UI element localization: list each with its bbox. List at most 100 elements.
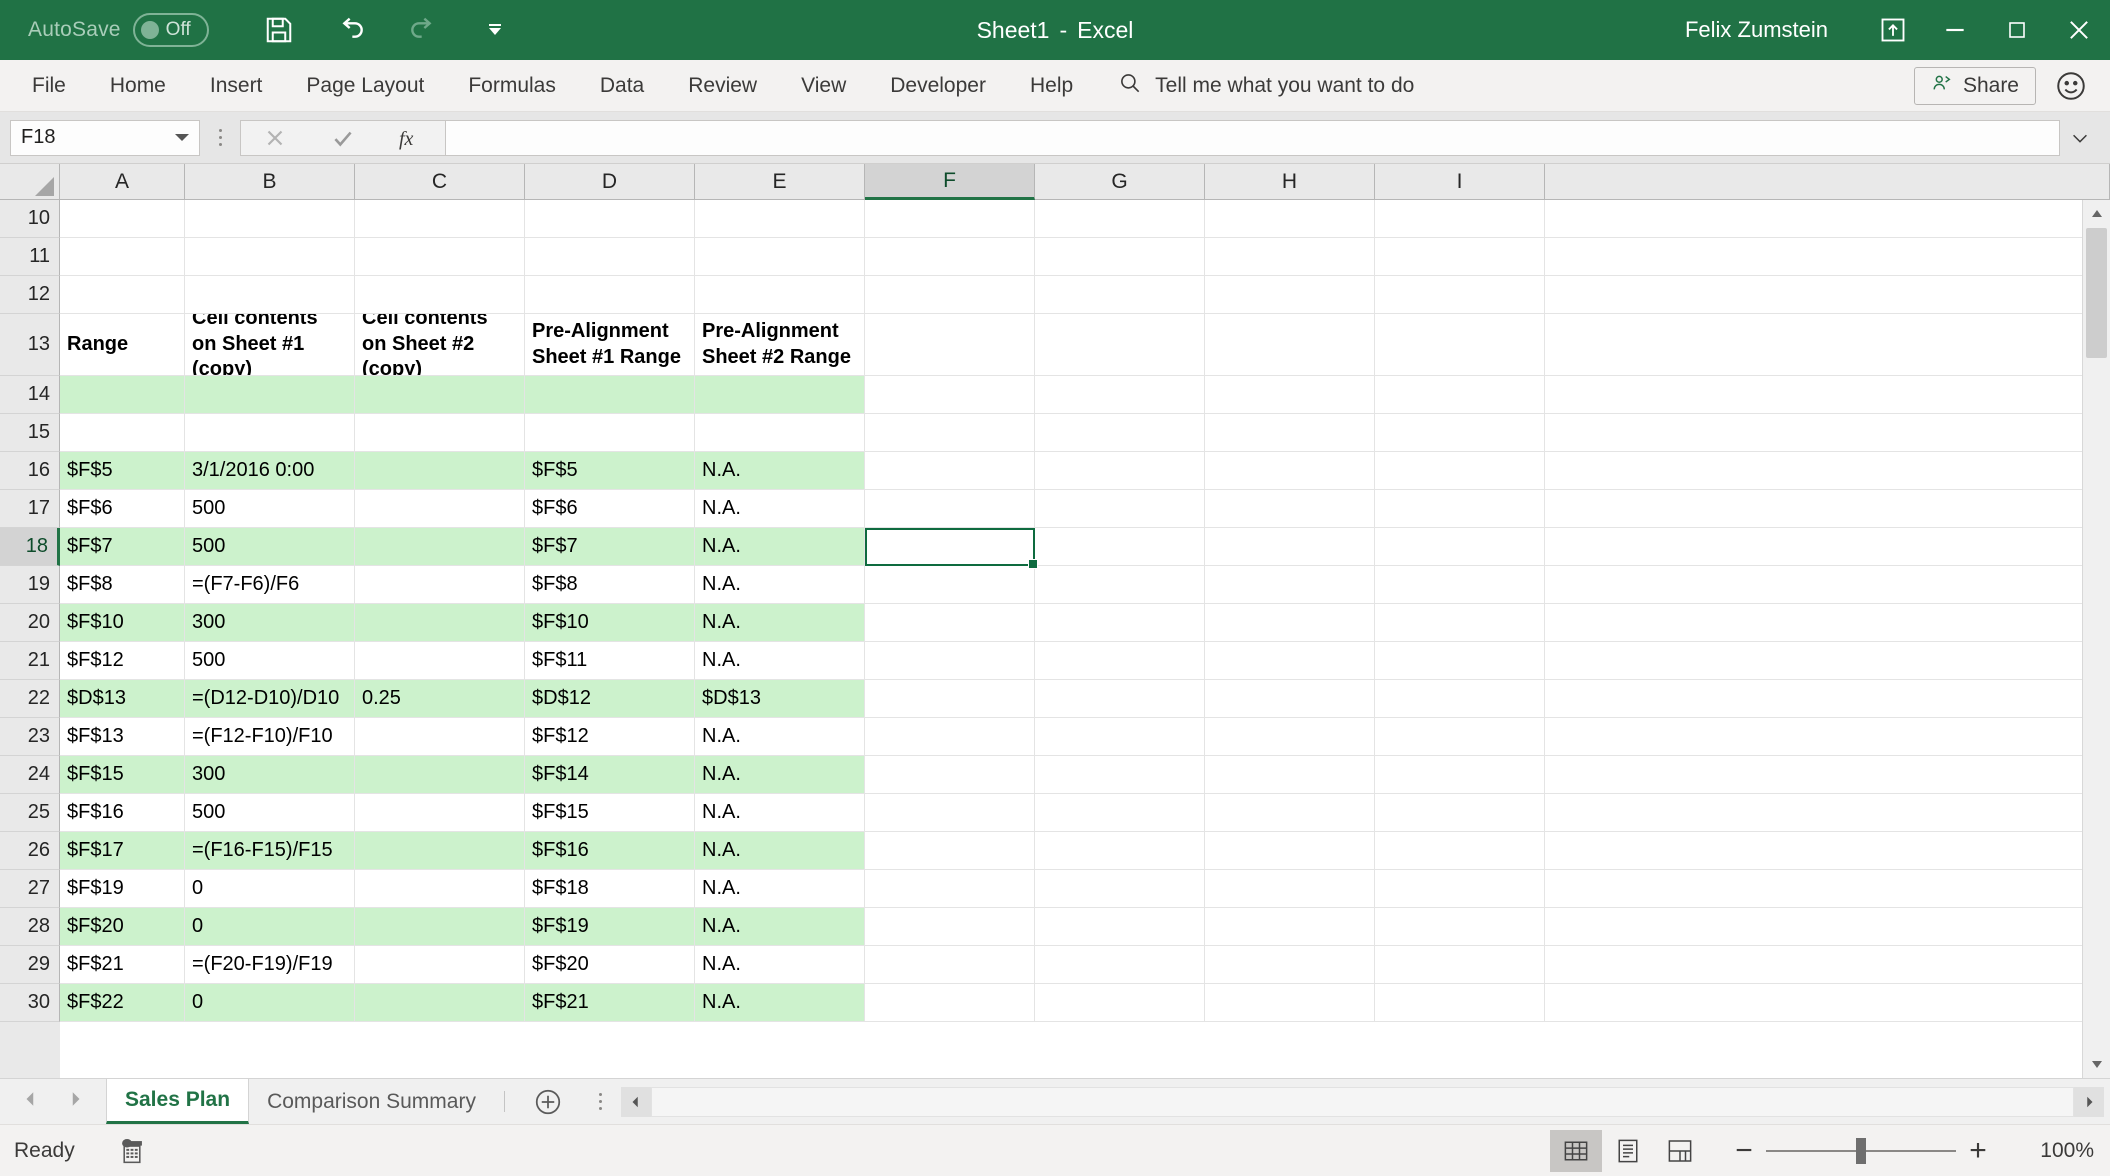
cell-H21[interactable] <box>1205 642 1375 679</box>
add-sheet-plus-icon[interactable] <box>515 1079 581 1124</box>
cell-B28[interactable]: 0 <box>185 908 355 945</box>
close-icon[interactable] <box>2048 0 2110 60</box>
cell-C20[interactable] <box>355 604 525 641</box>
cell-C29[interactable] <box>355 946 525 983</box>
cell-D20[interactable]: $F$10 <box>525 604 695 641</box>
cell-F20[interactable] <box>865 604 1035 641</box>
cell-C16[interactable] <box>355 452 525 489</box>
cell-E12[interactable] <box>695 276 865 313</box>
cell-D12[interactable] <box>525 276 695 313</box>
cell-H18[interactable] <box>1205 528 1375 565</box>
minimize-icon[interactable] <box>1924 0 1986 60</box>
cell-H23[interactable] <box>1205 718 1375 755</box>
zoom-slider-thumb[interactable] <box>1856 1138 1866 1164</box>
cell-A16[interactable]: $F$5 <box>60 452 185 489</box>
cell-B25[interactable]: 500 <box>185 794 355 831</box>
cell-B11[interactable] <box>185 238 355 275</box>
cell-D13[interactable]: Pre-Alignment Sheet #1 Range <box>525 314 695 375</box>
vertical-scroll-thumb[interactable] <box>2086 228 2107 358</box>
cell-C12[interactable] <box>355 276 525 313</box>
cell-E23[interactable]: N.A. <box>695 718 865 755</box>
fx-insert-function-icon[interactable]: fx <box>377 121 445 155</box>
cell-I19[interactable] <box>1375 566 1545 603</box>
cell-I14[interactable] <box>1375 376 1545 413</box>
cell-E25[interactable]: N.A. <box>695 794 865 831</box>
cell-I10[interactable] <box>1375 200 1545 237</box>
column-header-i[interactable]: I <box>1375 164 1545 200</box>
cell-I28[interactable] <box>1375 908 1545 945</box>
cell-E13[interactable]: Pre-Alignment Sheet #2 Range <box>695 314 865 375</box>
tab-review[interactable]: Review <box>666 60 779 112</box>
cell-A29[interactable]: $F$21 <box>60 946 185 983</box>
cell-B22[interactable]: =(D12-D10)/D10 <box>185 680 355 717</box>
cell-D10[interactable] <box>525 200 695 237</box>
cell-A28[interactable]: $F$20 <box>60 908 185 945</box>
cell-F22[interactable] <box>865 680 1035 717</box>
cell-G12[interactable] <box>1035 276 1205 313</box>
cell-B14[interactable] <box>185 376 355 413</box>
cell-E29[interactable]: N.A. <box>695 946 865 983</box>
cell-B17[interactable]: 500 <box>185 490 355 527</box>
normal-view-icon[interactable] <box>1550 1130 1602 1172</box>
cell-A22[interactable]: $D$13 <box>60 680 185 717</box>
tab-insert[interactable]: Insert <box>188 60 285 112</box>
cell-D22[interactable]: $D$12 <box>525 680 695 717</box>
cell-A15[interactable] <box>60 414 185 451</box>
cell-I27[interactable] <box>1375 870 1545 907</box>
cell-G18[interactable] <box>1035 528 1205 565</box>
cell-E11[interactable] <box>695 238 865 275</box>
cell-C10[interactable] <box>355 200 525 237</box>
cell-D26[interactable]: $F$16 <box>525 832 695 869</box>
cell-C15[interactable] <box>355 414 525 451</box>
cell-A14[interactable] <box>60 376 185 413</box>
page-layout-view-icon[interactable] <box>1602 1130 1654 1172</box>
cell-C13[interactable]: Cell contents on Sheet #2 (copy) <box>355 314 525 375</box>
column-header-h[interactable]: H <box>1205 164 1375 200</box>
cell-I21[interactable] <box>1375 642 1545 679</box>
ribbon-display-options-icon[interactable] <box>1862 0 1924 60</box>
cell-F23[interactable] <box>865 718 1035 755</box>
cell-B15[interactable] <box>185 414 355 451</box>
zoom-out-button[interactable]: − <box>1722 1130 1766 1172</box>
sheet-tab-comparison-summary[interactable]: Comparison Summary <box>249 1079 494 1124</box>
cell-D19[interactable]: $F$8 <box>525 566 695 603</box>
cell-G10[interactable] <box>1035 200 1205 237</box>
scroll-right-arrow-icon[interactable] <box>2074 1087 2104 1117</box>
cell-B21[interactable]: 500 <box>185 642 355 679</box>
cell-C22[interactable]: 0.25 <box>355 680 525 717</box>
column-header-d[interactable]: D <box>525 164 695 200</box>
cell-I15[interactable] <box>1375 414 1545 451</box>
tell-me-search[interactable]: Tell me what you want to do <box>1117 70 1414 101</box>
cell-D27[interactable]: $F$18 <box>525 870 695 907</box>
vertical-scroll-track[interactable] <box>2083 228 2110 1050</box>
tab-developer[interactable]: Developer <box>868 60 1008 112</box>
cell-D29[interactable]: $F$20 <box>525 946 695 983</box>
cell-A11[interactable] <box>60 238 185 275</box>
next-sheet-arrow-icon[interactable] <box>66 1090 84 1113</box>
cell-H11[interactable] <box>1205 238 1375 275</box>
row-header-27[interactable]: 27 <box>0 870 60 908</box>
cell-B24[interactable]: 300 <box>185 756 355 793</box>
cell-F28[interactable] <box>865 908 1035 945</box>
tab-formulas[interactable]: Formulas <box>446 60 578 112</box>
cell-E22[interactable]: $D$13 <box>695 680 865 717</box>
cell-I30[interactable] <box>1375 984 1545 1021</box>
tab-page-layout[interactable]: Page Layout <box>284 60 446 112</box>
cell-H20[interactable] <box>1205 604 1375 641</box>
cell-A19[interactable]: $F$8 <box>60 566 185 603</box>
cell-E30[interactable]: N.A. <box>695 984 865 1021</box>
cell-D30[interactable]: $F$21 <box>525 984 695 1021</box>
cell-H17[interactable] <box>1205 490 1375 527</box>
cell-C11[interactable] <box>355 238 525 275</box>
cell-B26[interactable]: =(F16-F15)/F15 <box>185 832 355 869</box>
cell-D28[interactable]: $F$19 <box>525 908 695 945</box>
cell-F14[interactable] <box>865 376 1035 413</box>
cell-E14[interactable] <box>695 376 865 413</box>
cell-C25[interactable] <box>355 794 525 831</box>
vertical-scrollbar[interactable] <box>2082 200 2110 1078</box>
row-header-11[interactable]: 11 <box>0 238 60 276</box>
cell-H16[interactable] <box>1205 452 1375 489</box>
row-header-23[interactable]: 23 <box>0 718 60 756</box>
undo-icon[interactable] <box>333 12 369 48</box>
cell-E27[interactable]: N.A. <box>695 870 865 907</box>
